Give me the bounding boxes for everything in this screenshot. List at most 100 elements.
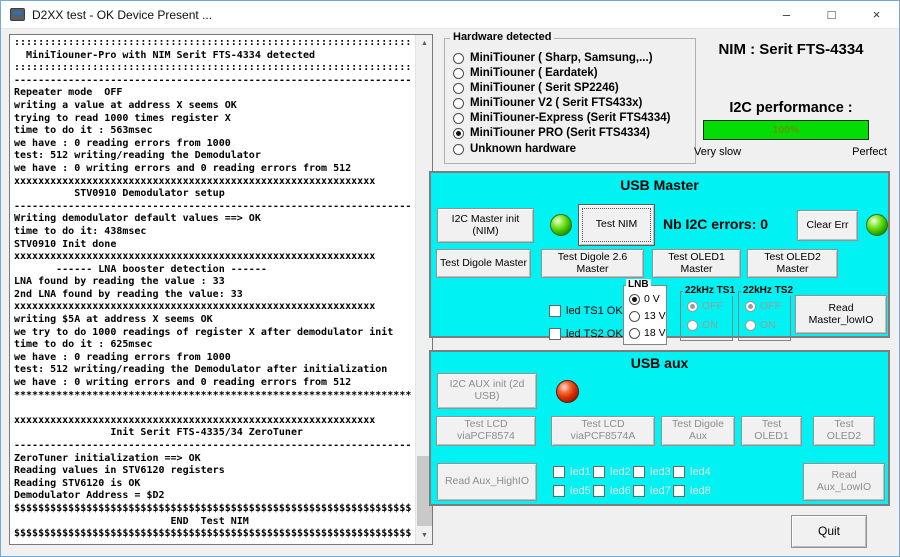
test-lcd-pcf8574-button[interactable]: Test LCD viaPCF8574 xyxy=(436,416,536,446)
checkbox-icon xyxy=(549,305,561,317)
tone-ts2-group: 22kHz TS2 OFF ON xyxy=(738,291,791,341)
i2c-errors-label: Nb I2C errors: 0 xyxy=(663,216,768,232)
led-ts1-ok-checkbox[interactable]: led TS1 OK xyxy=(549,305,623,317)
test-digole26-master-button[interactable]: Test Digole 2.6 Master xyxy=(541,249,644,278)
tone-ts2-title: 22kHz TS2 xyxy=(741,285,795,296)
master-init-led xyxy=(550,214,572,236)
lnb-group: LNB 0 V 13 V 18 V xyxy=(623,285,667,345)
aux-init-led xyxy=(556,380,579,403)
scroll-up-icon[interactable]: ▲ xyxy=(416,35,433,52)
app-window: D2XX test - OK Device Present ... – □ × … xyxy=(0,0,900,557)
ts2-on-label: ON xyxy=(760,319,776,331)
clear-err-button[interactable]: Clear Err xyxy=(797,210,858,241)
test-oled1-master-button[interactable]: Test OLED1 Master xyxy=(652,249,741,278)
lnb-18v-label: 18 V xyxy=(644,327,666,339)
hardware-option-eardatek[interactable]: MiniTiouner ( Eardatek) xyxy=(453,66,598,80)
checkbox-icon xyxy=(549,328,561,340)
ts2-on-radio[interactable]: ON xyxy=(745,319,776,331)
led-ts2-ok-checkbox[interactable]: led TS2 OK xyxy=(549,328,623,340)
led6-label: led6 xyxy=(610,485,631,497)
i2c-performance-scale: Very slow Perfect xyxy=(694,146,887,158)
test-lcd-pcf8574a-button[interactable]: Test LCD viaPCF8574A xyxy=(551,416,655,446)
log-textarea[interactable]: ::::::::::::::::::::::::::::::::::::::::… xyxy=(9,34,433,545)
checkbox-icon xyxy=(633,485,645,497)
hardware-detected-title: Hardware detected xyxy=(450,31,554,43)
usb-aux-panel: USB aux I2C AUX init (2d USB) Test LCD v… xyxy=(429,350,890,506)
led2-label: led2 xyxy=(610,466,631,478)
hardware-option-unknown[interactable]: Unknown hardware xyxy=(453,142,576,156)
hardware-option-express[interactable]: MiniTiouner-Express (Serit FTS4334) xyxy=(453,111,670,125)
led1-label: led1 xyxy=(570,466,591,478)
checkbox-icon xyxy=(673,466,685,478)
read-aux-lowio-button[interactable]: Read Aux_LowIO xyxy=(803,463,885,501)
checkbox-icon xyxy=(593,485,605,497)
radio-icon xyxy=(453,53,464,64)
minimize-button[interactable]: – xyxy=(764,1,809,28)
master-status-led xyxy=(866,214,888,236)
radio-icon xyxy=(687,301,698,312)
radio-icon xyxy=(745,301,756,312)
ts2-off-radio[interactable]: OFF xyxy=(745,300,781,312)
title-bar: D2XX test - OK Device Present ... – □ × xyxy=(1,1,899,29)
led3-checkbox[interactable]: led3 xyxy=(633,466,671,478)
radio-icon xyxy=(629,294,640,305)
hardware-option-v2[interactable]: MiniTiouner V2 ( Serit FTS433x) xyxy=(453,96,642,110)
usb-master-title: USB Master xyxy=(431,177,888,193)
ts1-off-radio[interactable]: OFF xyxy=(687,300,723,312)
usb-aux-title: USB aux xyxy=(431,355,888,371)
led2-checkbox[interactable]: led2 xyxy=(593,466,631,478)
scale-max-label: Perfect xyxy=(852,146,887,158)
hardware-option-sharp[interactable]: MiniTiouner ( Sharp, Samsung,...) xyxy=(453,51,653,65)
lnb-13v-label: 13 V xyxy=(644,310,666,322)
led4-checkbox[interactable]: led4 xyxy=(673,466,711,478)
hardware-option-label: MiniTiouner PRO (Serit FTS4334) xyxy=(470,127,650,139)
led1-checkbox[interactable]: led1 xyxy=(553,466,591,478)
radio-icon xyxy=(629,311,640,322)
led8-checkbox[interactable]: led8 xyxy=(673,485,711,497)
hardware-option-label: MiniTiouner ( Sharp, Samsung,...) xyxy=(470,52,653,64)
test-oled2-aux-button[interactable]: Test OLED2 xyxy=(813,416,875,446)
radio-icon xyxy=(453,144,464,155)
led5-checkbox[interactable]: led5 xyxy=(553,485,591,497)
close-button[interactable]: × xyxy=(854,1,899,28)
test-digole-master-button[interactable]: Test Digole Master xyxy=(436,249,531,278)
led6-checkbox[interactable]: led6 xyxy=(593,485,631,497)
test-oled2-master-button[interactable]: Test OLED2 Master xyxy=(747,249,838,278)
app-icon xyxy=(10,8,25,21)
log-text: ::::::::::::::::::::::::::::::::::::::::… xyxy=(14,37,413,542)
scroll-down-icon[interactable]: ▼ xyxy=(416,527,433,544)
hardware-option-pro[interactable]: MiniTiouner PRO (Serit FTS4334) xyxy=(453,126,650,140)
lnb-0v-radio[interactable]: 0 V xyxy=(629,293,660,305)
hardware-option-label: Unknown hardware xyxy=(470,143,576,155)
radio-icon xyxy=(453,83,464,94)
test-digole-aux-button[interactable]: Test Digole Aux xyxy=(661,416,735,446)
test-nim-button[interactable]: Test NIM xyxy=(578,204,655,246)
radio-icon xyxy=(687,320,698,331)
hardware-option-label: MiniTiouner-Express (Serit FTS4334) xyxy=(470,112,670,124)
window-title: D2XX test - OK Device Present ... xyxy=(32,8,212,22)
checkbox-icon xyxy=(553,466,565,478)
led7-checkbox[interactable]: led7 xyxy=(633,485,671,497)
i2c-master-init-button[interactable]: I2C Master init (NIM) xyxy=(437,208,534,243)
hardware-option-sp2246[interactable]: MiniTiouner ( Serit SP2246) xyxy=(453,81,619,95)
lnb-18v-radio[interactable]: 18 V xyxy=(629,327,666,339)
checkbox-icon xyxy=(553,485,565,497)
read-aux-highio-button[interactable]: Read Aux_HighIO xyxy=(437,463,537,501)
radio-icon xyxy=(629,328,640,339)
i2c-aux-init-button[interactable]: I2C AUX init (2d USB) xyxy=(437,373,537,409)
scale-min-label: Very slow xyxy=(694,146,741,158)
led8-label: led8 xyxy=(690,485,711,497)
led4-label: led4 xyxy=(690,466,711,478)
i2c-performance-title: I2C performance : xyxy=(701,100,881,116)
lnb-13v-radio[interactable]: 13 V xyxy=(629,310,666,322)
maximize-button[interactable]: □ xyxy=(809,1,854,28)
ts1-on-radio[interactable]: ON xyxy=(687,319,718,331)
radio-icon xyxy=(453,98,464,109)
test-oled1-aux-button[interactable]: Test OLED1 xyxy=(741,416,802,446)
read-master-lowio-button[interactable]: Read Master_lowIO xyxy=(795,295,887,334)
lnb-title: LNB xyxy=(626,279,651,290)
hardware-option-label: MiniTiouner ( Eardatek) xyxy=(470,67,598,79)
quit-button[interactable]: Quit xyxy=(791,515,867,548)
nim-label: NIM : Serit FTS-4334 xyxy=(701,41,881,58)
hardware-option-label: MiniTiouner ( Serit SP2246) xyxy=(470,82,619,94)
